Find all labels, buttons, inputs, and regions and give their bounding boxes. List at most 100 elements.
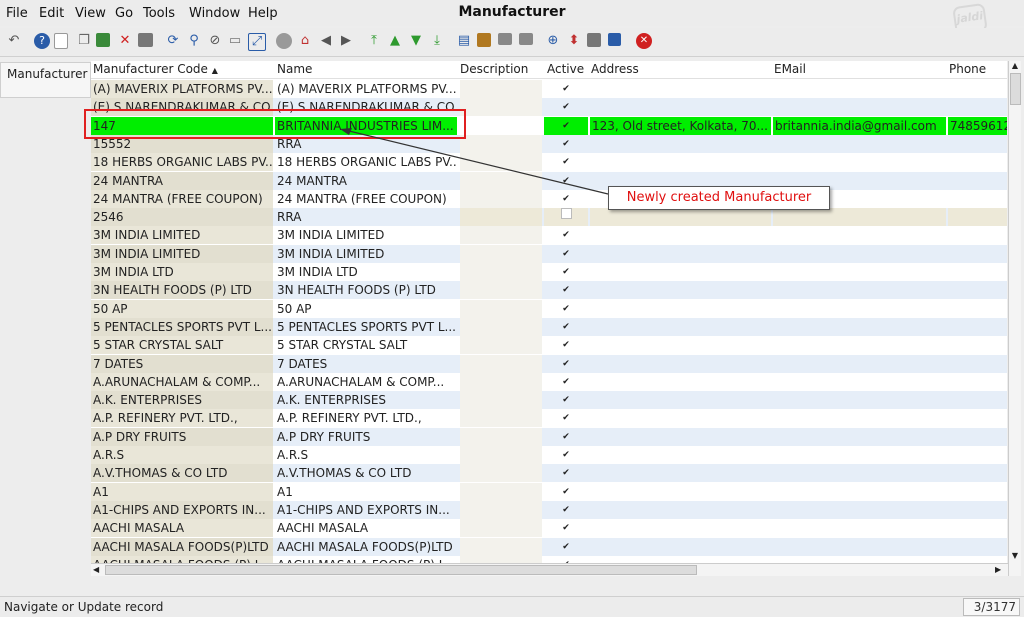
cell-manufacturer-code[interactable]: AACHI MASALA FOODS(P)LTD	[91, 537, 273, 556]
cell-address[interactable]	[590, 519, 771, 537]
cell-active[interactable]: ✔	[544, 373, 588, 391]
cell-address[interactable]	[590, 318, 771, 336]
cell-name[interactable]: A.P DRY FRUITS	[275, 428, 457, 446]
chat-icon[interactable]: ▭	[227, 33, 243, 49]
cell-phone[interactable]	[948, 300, 1007, 318]
cell-address[interactable]	[590, 300, 771, 318]
cell-active[interactable]: ✔	[544, 98, 588, 116]
table-row[interactable]: 24 MANTRA (FREE COUPON) 24 MANTRA (FREE C…	[91, 189, 1007, 208]
cell-description[interactable]	[460, 80, 542, 98]
cell-name[interactable]: 5 STAR CRYSTAL SALT	[275, 336, 457, 354]
cell-active[interactable]: ✔	[544, 135, 588, 153]
cell-phone[interactable]	[948, 355, 1007, 373]
first-icon[interactable]: ⤒	[366, 33, 382, 49]
table-row[interactable]: A1 A1 ✔	[91, 482, 1007, 501]
active-checkbox-checked[interactable]: ✔	[562, 249, 571, 259]
cell-email[interactable]	[773, 80, 946, 98]
cell-active[interactable]: ✔	[544, 501, 588, 519]
cell-active[interactable]	[544, 208, 588, 227]
active-checkbox-checked[interactable]: ✔	[562, 505, 571, 515]
active-checkbox-checked[interactable]: ✔	[562, 304, 571, 314]
table-row[interactable]: (A) MAVERIX PLATFORMS PV... (A) MAVERIX P…	[91, 80, 1007, 98]
cell-name[interactable]: 50 AP	[275, 300, 457, 318]
last-icon[interactable]: ⤓	[429, 33, 445, 49]
cell-address[interactable]	[590, 501, 771, 519]
cell-address[interactable]	[590, 373, 771, 391]
table-row[interactable]: 5 PENTACLES SPORTS PVT L... 5 PENTACLES S…	[91, 317, 1007, 336]
cell-email[interactable]	[773, 336, 946, 354]
cell-active[interactable]: ✔	[544, 391, 588, 409]
cell-name[interactable]: 3M INDIA LIMITED	[275, 245, 457, 263]
cell-address[interactable]	[590, 483, 771, 501]
cell-active[interactable]: ✔	[544, 226, 588, 244]
cell-manufacturer-code[interactable]: (A) MAVERIX PLATFORMS PV...	[91, 80, 273, 98]
cell-description[interactable]	[460, 189, 542, 208]
horizontal-scrollbar[interactable]: ◀ ▶	[91, 563, 1008, 576]
cell-manufacturer-code[interactable]: 50 AP	[91, 299, 273, 318]
cell-name[interactable]: AACHI MASALA FOODS(P)LTD	[275, 538, 457, 556]
cell-active[interactable]: ✔	[544, 190, 588, 208]
cell-phone[interactable]	[948, 391, 1007, 409]
table-row[interactable]: 3N HEALTH FOODS (P) LTD 3N HEALTH FOODS (…	[91, 281, 1007, 300]
cell-description[interactable]	[460, 116, 542, 135]
save-icon[interactable]	[96, 33, 110, 47]
cell-email[interactable]	[773, 464, 946, 482]
cell-phone[interactable]	[948, 80, 1007, 98]
cell-address[interactable]	[590, 336, 771, 354]
active-checkbox-checked[interactable]: ✔	[562, 487, 571, 497]
cell-address[interactable]	[590, 226, 771, 244]
column-header-email[interactable]: EMail	[774, 62, 806, 76]
cell-email[interactable]	[773, 245, 946, 263]
cell-email[interactable]	[773, 519, 946, 537]
cell-phone[interactable]	[948, 245, 1007, 263]
cell-manufacturer-code[interactable]: 7 DATES	[91, 354, 273, 373]
cell-description[interactable]	[460, 336, 542, 355]
cell-name[interactable]: 24 MANTRA (FREE COUPON)	[275, 190, 457, 208]
active-checkbox-checked[interactable]: ✔	[562, 396, 571, 405]
cell-manufacturer-code[interactable]: 3M INDIA LTD	[91, 263, 273, 281]
next-icon[interactable]: ▼	[408, 33, 424, 49]
cell-manufacturer-code[interactable]: A.R.S	[91, 446, 273, 464]
history-icon[interactable]	[276, 33, 292, 49]
cell-name[interactable]: A.P. REFINERY PVT. LTD.,	[275, 409, 457, 427]
cell-phone[interactable]: 74859612	[948, 116, 1007, 135]
cell-name[interactable]: 3M INDIA LTD	[275, 263, 457, 281]
cell-active[interactable]: ✔	[544, 538, 588, 556]
cell-description[interactable]	[460, 208, 542, 227]
scroll-left-icon[interactable]: ◀	[93, 565, 103, 575]
active-checkbox-checked[interactable]: ✔	[562, 341, 571, 350]
cell-email[interactable]	[773, 355, 946, 373]
cell-description[interactable]	[460, 500, 542, 519]
horizontal-scroll-thumb[interactable]	[105, 565, 697, 575]
table-row[interactable]: A.P. REFINERY PVT. LTD., A.P. REFINERY PV…	[91, 409, 1007, 428]
cell-description[interactable]	[460, 317, 542, 336]
active-checkbox-checked[interactable]: ✔	[562, 85, 571, 94]
cell-email[interactable]	[773, 391, 946, 409]
cell-phone[interactable]	[948, 190, 1007, 208]
cell-manufacturer-code[interactable]: A.K. ENTERPRISES	[91, 391, 273, 410]
active-checkbox-checked[interactable]: ✔	[562, 322, 571, 332]
cell-address[interactable]	[590, 428, 771, 446]
active-checkbox-checked[interactable]: ✔	[562, 121, 571, 131]
active-checkbox-checked[interactable]: ✔	[562, 469, 571, 478]
cell-address[interactable]	[590, 135, 771, 153]
active-checkbox-checked[interactable]: ✔	[562, 451, 571, 460]
table-row[interactable]: AACHI MASALA FOODS(P)LTD AACHI MASALA FOO…	[91, 537, 1007, 556]
table-row[interactable]: 3M INDIA LTD 3M INDIA LTD ✔	[91, 263, 1007, 281]
cell-address[interactable]	[590, 281, 771, 299]
new-icon[interactable]	[54, 33, 68, 49]
cell-description[interactable]	[460, 391, 542, 410]
active-checkbox-checked[interactable]: ✔	[562, 231, 571, 240]
print-icon[interactable]	[138, 33, 153, 47]
cell-address[interactable]	[590, 391, 771, 409]
scroll-down-icon[interactable]: ▼	[1010, 551, 1020, 561]
vertical-scroll-thumb[interactable]	[1010, 73, 1021, 105]
cell-manufacturer-code[interactable]: A1-CHIPS AND EXPORTS IN...	[91, 500, 273, 519]
column-header-code[interactable]: Manufacturer Code ▲	[93, 62, 218, 76]
help-icon[interactable]: ?	[34, 33, 50, 49]
table-row[interactable]: A.R.S A.R.S ✔	[91, 446, 1007, 464]
attach-icon[interactable]: ⊘	[207, 33, 223, 49]
column-header-phone[interactable]: Phone	[949, 62, 986, 76]
cell-email[interactable]	[773, 428, 946, 446]
cell-description[interactable]	[460, 354, 542, 373]
